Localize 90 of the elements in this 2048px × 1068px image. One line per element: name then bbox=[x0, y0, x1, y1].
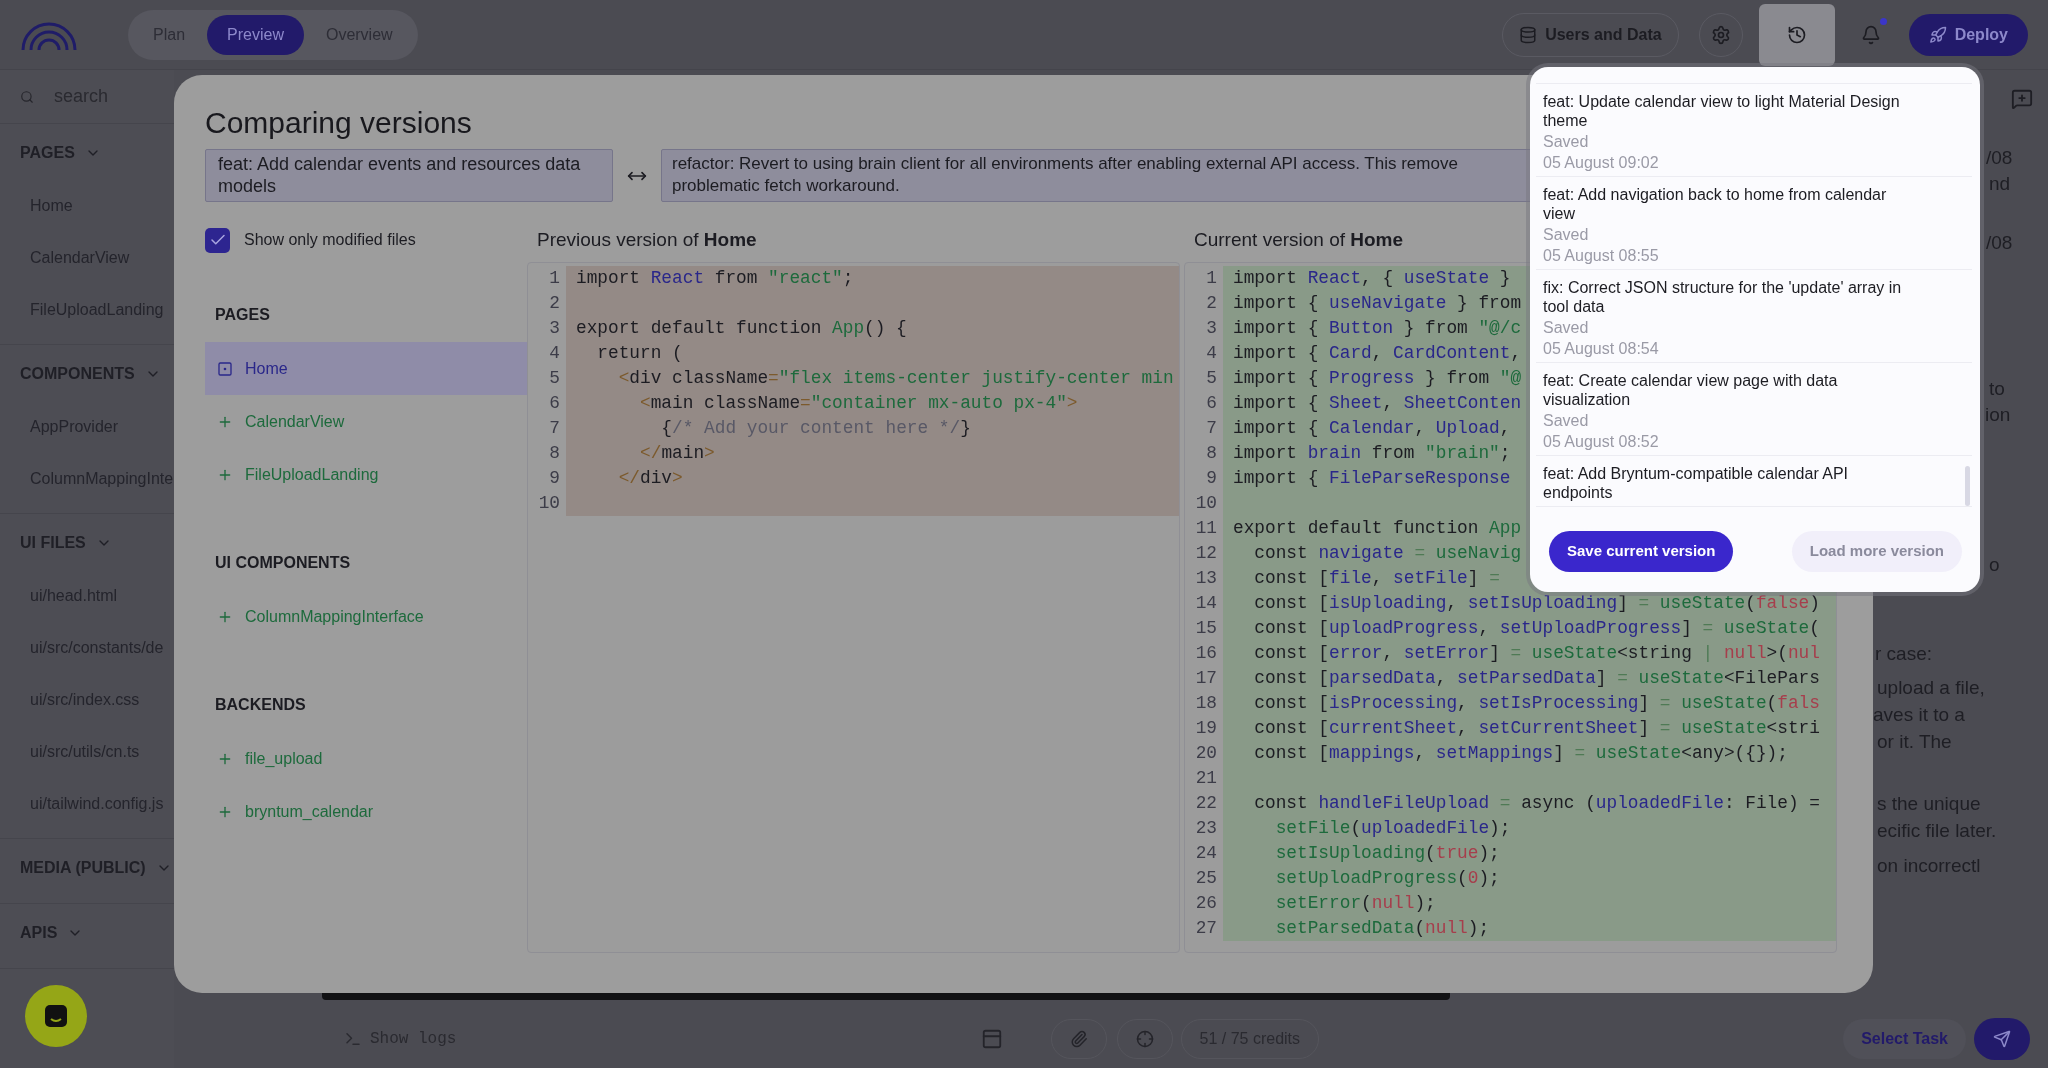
group-heading: BACKENDS bbox=[214, 695, 306, 715]
code-line: const handleFileUpload = async (uploadedFile: File) = bbox=[1253, 792, 1820, 815]
line-number: 4 bbox=[1206, 342, 1217, 365]
line-number: 10 bbox=[1195, 492, 1217, 515]
line-number: 17 bbox=[1195, 667, 1217, 690]
line-number: 24 bbox=[1195, 842, 1217, 865]
code-line: import brain from "brain"; bbox=[1233, 442, 1511, 465]
line-number: 3 bbox=[549, 317, 560, 340]
line-number: 2 bbox=[549, 292, 560, 315]
code-line: import { Sheet, SheetConten bbox=[1233, 392, 1522, 415]
line-number: 21 bbox=[1195, 767, 1217, 790]
line-number: 23 bbox=[1195, 817, 1217, 840]
line-number: 11 bbox=[1195, 517, 1217, 540]
code-line: const [parsedData, setParsedData] = useState<FilePars bbox=[1253, 667, 1820, 690]
line-number: 5 bbox=[1206, 367, 1217, 390]
line-number: 18 bbox=[1195, 692, 1217, 715]
line-number: 10 bbox=[538, 492, 560, 515]
code-line: setError(null); bbox=[1274, 892, 1436, 915]
code-line: import { useNavigate } from bbox=[1233, 292, 1522, 315]
line-number: 1 bbox=[549, 267, 560, 290]
code-line: import React from "react"; bbox=[576, 267, 854, 290]
line-number: 7 bbox=[1206, 417, 1217, 440]
code-line: </div> bbox=[617, 467, 683, 490]
version-date: 05 August 08:54 bbox=[1543, 339, 1659, 358]
code-line: const [error, setError] = useState<string | null>(nul bbox=[1253, 642, 1820, 665]
line-number: 7 bbox=[549, 417, 560, 440]
group-heading: UI COMPONENTS bbox=[214, 553, 351, 573]
code-line: setParsedData(null); bbox=[1274, 917, 1490, 940]
code-line: import { Button } from "@/c bbox=[1233, 317, 1522, 340]
code-line: <div className="flex items-center justify-center min bbox=[617, 367, 1174, 390]
code-line: const [isUploading, setIsUploading] = useState(false) bbox=[1253, 592, 1820, 615]
code-line: {/* Add your content here */} bbox=[660, 417, 971, 440]
line-number: 26 bbox=[1195, 892, 1217, 915]
line-number: 19 bbox=[1195, 717, 1217, 740]
code-line: const [mappings, setMappings] = useState<any>({}); bbox=[1253, 742, 1788, 765]
line-number: 12 bbox=[1195, 542, 1217, 565]
line-number: 6 bbox=[1206, 392, 1217, 415]
line-number: 20 bbox=[1195, 742, 1217, 765]
code-line: return ( bbox=[596, 342, 683, 365]
version-message: feat: Update calendar view to light Material Design theme bbox=[1543, 92, 1901, 130]
version-status: Saved bbox=[1543, 225, 1589, 244]
version-status: Saved bbox=[1543, 411, 1589, 430]
line-number: 9 bbox=[1206, 467, 1217, 490]
code-line: const [uploadProgress, setUploadProgress] = useState( bbox=[1253, 617, 1820, 640]
code-line: setUploadProgress(0); bbox=[1274, 867, 1500, 890]
line-number: 6 bbox=[549, 392, 560, 415]
code-line: const [file, setFile] = bbox=[1253, 567, 1500, 590]
line-number: 4 bbox=[549, 342, 560, 365]
version-date: 05 August 08:52 bbox=[1543, 432, 1659, 451]
version-message: fix: Correct JSON structure for the 'update' array in tool data bbox=[1543, 278, 1903, 316]
panel-heading: Previous version of Home bbox=[536, 228, 757, 252]
line-number: 8 bbox=[1206, 442, 1217, 465]
code-line: import { FileParseResponse bbox=[1233, 467, 1511, 490]
code-line: <main className="container mx-auto px-4"> bbox=[639, 392, 1078, 415]
code-line: </main> bbox=[639, 442, 715, 465]
dialog-title: Comparing versions bbox=[205, 105, 472, 141]
version-date: 05 August 09:02 bbox=[1543, 153, 1659, 172]
code-line: const [currentSheet, setCurrentSheet] = useState<stri bbox=[1253, 717, 1820, 740]
code-line: export default function App() { bbox=[576, 317, 907, 340]
code-line: const [isProcessing, setIsProcessing] = useState(fals bbox=[1253, 692, 1820, 715]
line-number: 15 bbox=[1195, 617, 1217, 640]
code-line: setFile(uploadedFile); bbox=[1274, 817, 1511, 840]
code-line: import { Card, CardContent, bbox=[1233, 342, 1522, 365]
version-message: feat: Add Bryntum-compatible calendar API endpoints bbox=[1543, 464, 1850, 502]
line-number: 22 bbox=[1195, 792, 1217, 815]
line-number: 3 bbox=[1206, 317, 1217, 340]
code-line: setIsUploading(true); bbox=[1274, 842, 1500, 865]
line-number: 2 bbox=[1206, 292, 1217, 315]
code-line: import React, { useState } bbox=[1233, 267, 1511, 290]
code-line: import { Progress } from "@ bbox=[1233, 367, 1522, 390]
code-line: const navigate = useNavig bbox=[1253, 542, 1522, 565]
line-number: 13 bbox=[1195, 567, 1217, 590]
line-number: 9 bbox=[549, 467, 560, 490]
version-status: Saved bbox=[1543, 132, 1589, 151]
line-number: 5 bbox=[549, 367, 560, 390]
line-number: 14 bbox=[1195, 592, 1217, 615]
code-line: export default function App bbox=[1233, 517, 1522, 540]
version-message: feat: Create calendar view page with data visualization bbox=[1543, 371, 1839, 409]
line-number: 16 bbox=[1195, 642, 1217, 665]
group-heading: PAGES bbox=[214, 305, 270, 325]
line-number: 27 bbox=[1195, 917, 1217, 940]
line-number: 1 bbox=[1206, 267, 1217, 290]
checkbox-label: Show only modified files bbox=[244, 230, 416, 250]
version-date: 05 August 08:55 bbox=[1543, 246, 1659, 265]
version-message: feat: Add navigation back to home from calendar view bbox=[1543, 185, 1888, 223]
line-number: 25 bbox=[1195, 867, 1217, 890]
line-number: 8 bbox=[549, 442, 560, 465]
panel-heading: Current version of Home bbox=[1193, 228, 1404, 252]
code-line: import { Calendar, Upload, bbox=[1233, 417, 1511, 440]
version-status: Saved bbox=[1543, 318, 1589, 337]
